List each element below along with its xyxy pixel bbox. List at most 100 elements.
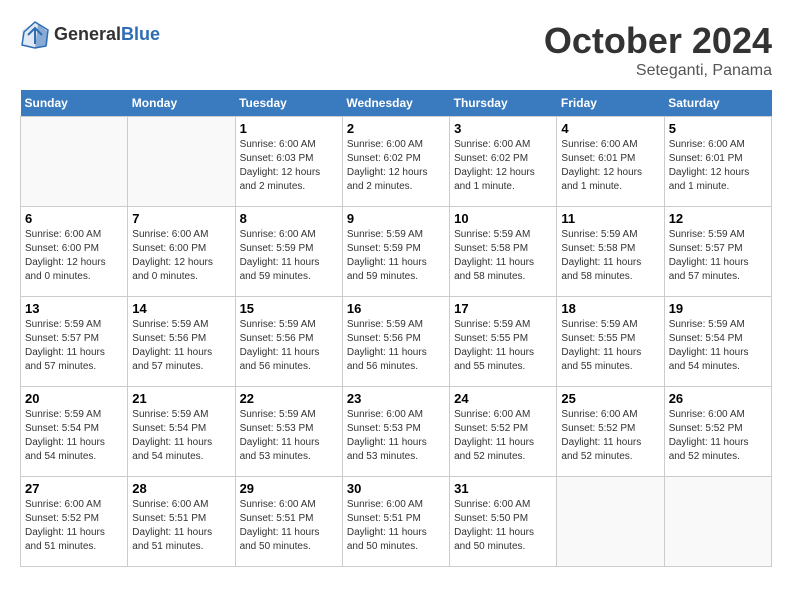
day-info: Sunrise: 5:59 AM Sunset: 5:57 PM Dayligh… [669,228,767,284]
table-row: 14 Sunrise: 5:59 AM Sunset: 5:56 PM Dayli… [128,297,235,387]
day-number: 2 [347,121,445,136]
page-header: GeneralBlue October 2024 Seteganti, Pana… [20,20,772,80]
day-number: 11 [561,211,659,226]
table-row: 16 Sunrise: 5:59 AM Sunset: 5:56 PM Dayli… [342,297,449,387]
logo-icon [20,20,50,50]
table-row: 24 Sunrise: 6:00 AM Sunset: 5:52 PM Dayli… [450,387,557,477]
logo-blue: Blue [121,24,160,44]
day-number: 29 [240,481,338,496]
table-row: 2 Sunrise: 6:00 AM Sunset: 6:02 PM Daylig… [342,117,449,207]
column-header-friday: Friday [557,90,664,117]
table-row: 23 Sunrise: 6:00 AM Sunset: 5:53 PM Dayli… [342,387,449,477]
day-number: 14 [132,301,230,316]
day-number: 7 [132,211,230,226]
column-header-tuesday: Tuesday [235,90,342,117]
table-row: 1 Sunrise: 6:00 AM Sunset: 6:03 PM Daylig… [235,117,342,207]
day-number: 25 [561,391,659,406]
day-number: 19 [669,301,767,316]
day-info: Sunrise: 6:00 AM Sunset: 5:52 PM Dayligh… [25,498,123,554]
header-row: SundayMondayTuesdayWednesdayThursdayFrid… [21,90,772,117]
column-header-monday: Monday [128,90,235,117]
calendar-table: SundayMondayTuesdayWednesdayThursdayFrid… [20,90,772,567]
day-info: Sunrise: 6:00 AM Sunset: 5:59 PM Dayligh… [240,228,338,284]
table-row: 27 Sunrise: 6:00 AM Sunset: 5:52 PM Dayli… [21,477,128,567]
day-number: 17 [454,301,552,316]
table-row: 5Sunrise: 6:00 AM Sunset: 6:01 PM Daylig… [664,117,771,207]
column-header-thursday: Thursday [450,90,557,117]
table-row: 15 Sunrise: 5:59 AM Sunset: 5:56 PM Dayli… [235,297,342,387]
week-row-1: 1 Sunrise: 6:00 AM Sunset: 6:03 PM Daylig… [21,117,772,207]
table-row [557,477,664,567]
day-info: Sunrise: 6:00 AM Sunset: 5:52 PM Dayligh… [669,408,767,464]
table-row: 4 Sunrise: 6:00 AM Sunset: 6:01 PM Daylig… [557,117,664,207]
day-info: Sunrise: 6:00 AM Sunset: 5:52 PM Dayligh… [454,408,552,464]
table-row: 13 Sunrise: 5:59 AM Sunset: 5:57 PM Dayli… [21,297,128,387]
day-info: Sunrise: 5:59 AM Sunset: 5:57 PM Dayligh… [25,318,123,374]
day-info: Sunrise: 5:59 AM Sunset: 5:59 PM Dayligh… [347,228,445,284]
day-info: Sunrise: 6:00 AM Sunset: 5:51 PM Dayligh… [132,498,230,554]
table-row: 18 Sunrise: 5:59 AM Sunset: 5:55 PM Dayli… [557,297,664,387]
day-info: Sunrise: 6:00 AM Sunset: 5:50 PM Dayligh… [454,498,552,554]
day-info: Sunrise: 5:59 AM Sunset: 5:56 PM Dayligh… [132,318,230,374]
logo-general: General [54,24,121,44]
week-row-2: 6Sunrise: 6:00 AM Sunset: 6:00 PM Daylig… [21,207,772,297]
table-row [664,477,771,567]
table-row: 11 Sunrise: 5:59 AM Sunset: 5:58 PM Dayli… [557,207,664,297]
table-row: 17Sunrise: 5:59 AM Sunset: 5:55 PM Dayli… [450,297,557,387]
day-info: Sunrise: 6:00 AM Sunset: 6:00 PM Dayligh… [25,228,123,284]
day-number: 23 [347,391,445,406]
table-row: 7 Sunrise: 6:00 AM Sunset: 6:00 PM Daylig… [128,207,235,297]
day-number: 4 [561,121,659,136]
day-number: 24 [454,391,552,406]
title-block: October 2024 Seteganti, Panama [544,20,772,80]
day-info: Sunrise: 5:59 AM Sunset: 5:54 PM Dayligh… [132,408,230,464]
column-header-sunday: Sunday [21,90,128,117]
table-row: 25Sunrise: 6:00 AM Sunset: 5:52 PM Dayli… [557,387,664,477]
week-row-5: 27 Sunrise: 6:00 AM Sunset: 5:52 PM Dayli… [21,477,772,567]
day-info: Sunrise: 6:00 AM Sunset: 5:53 PM Dayligh… [347,408,445,464]
day-info: Sunrise: 5:59 AM Sunset: 5:54 PM Dayligh… [669,318,767,374]
table-row: 12Sunrise: 5:59 AM Sunset: 5:57 PM Dayli… [664,207,771,297]
month-title: October 2024 [544,20,772,62]
day-info: Sunrise: 5:59 AM Sunset: 5:58 PM Dayligh… [561,228,659,284]
day-info: Sunrise: 5:59 AM Sunset: 5:53 PM Dayligh… [240,408,338,464]
day-number: 18 [561,301,659,316]
table-row: 9Sunrise: 5:59 AM Sunset: 5:59 PM Daylig… [342,207,449,297]
day-info: Sunrise: 6:00 AM Sunset: 6:01 PM Dayligh… [561,138,659,194]
day-info: Sunrise: 6:00 AM Sunset: 6:02 PM Dayligh… [347,138,445,194]
table-row: 8Sunrise: 6:00 AM Sunset: 5:59 PM Daylig… [235,207,342,297]
table-row [128,117,235,207]
day-info: Sunrise: 6:00 AM Sunset: 5:51 PM Dayligh… [347,498,445,554]
table-row: 6Sunrise: 6:00 AM Sunset: 6:00 PM Daylig… [21,207,128,297]
day-number: 20 [25,391,123,406]
day-number: 30 [347,481,445,496]
table-row: 30 Sunrise: 6:00 AM Sunset: 5:51 PM Dayli… [342,477,449,567]
table-row: 29Sunrise: 6:00 AM Sunset: 5:51 PM Dayli… [235,477,342,567]
day-info: Sunrise: 6:00 AM Sunset: 6:00 PM Dayligh… [132,228,230,284]
day-number: 3 [454,121,552,136]
day-info: Sunrise: 6:00 AM Sunset: 6:03 PM Dayligh… [240,138,338,194]
day-number: 28 [132,481,230,496]
day-info: Sunrise: 5:59 AM Sunset: 5:55 PM Dayligh… [561,318,659,374]
week-row-4: 20 Sunrise: 5:59 AM Sunset: 5:54 PM Dayli… [21,387,772,477]
table-row: 10Sunrise: 5:59 AM Sunset: 5:58 PM Dayli… [450,207,557,297]
day-info: Sunrise: 5:59 AM Sunset: 5:56 PM Dayligh… [240,318,338,374]
table-row: 31 Sunrise: 6:00 AM Sunset: 5:50 PM Dayli… [450,477,557,567]
day-info: Sunrise: 5:59 AM Sunset: 5:56 PM Dayligh… [347,318,445,374]
table-row: 20 Sunrise: 5:59 AM Sunset: 5:54 PM Dayli… [21,387,128,477]
day-info: Sunrise: 5:59 AM Sunset: 5:58 PM Dayligh… [454,228,552,284]
day-number: 15 [240,301,338,316]
day-number: 27 [25,481,123,496]
day-info: Sunrise: 6:00 AM Sunset: 6:02 PM Dayligh… [454,138,552,194]
day-number: 13 [25,301,123,316]
column-header-wednesday: Wednesday [342,90,449,117]
day-info: Sunrise: 6:00 AM Sunset: 6:01 PM Dayligh… [669,138,767,194]
day-number: 31 [454,481,552,496]
table-row [21,117,128,207]
day-number: 16 [347,301,445,316]
day-number: 1 [240,121,338,136]
day-info: Sunrise: 5:59 AM Sunset: 5:54 PM Dayligh… [25,408,123,464]
day-number: 21 [132,391,230,406]
day-number: 26 [669,391,767,406]
table-row: 21 Sunrise: 5:59 AM Sunset: 5:54 PM Dayli… [128,387,235,477]
